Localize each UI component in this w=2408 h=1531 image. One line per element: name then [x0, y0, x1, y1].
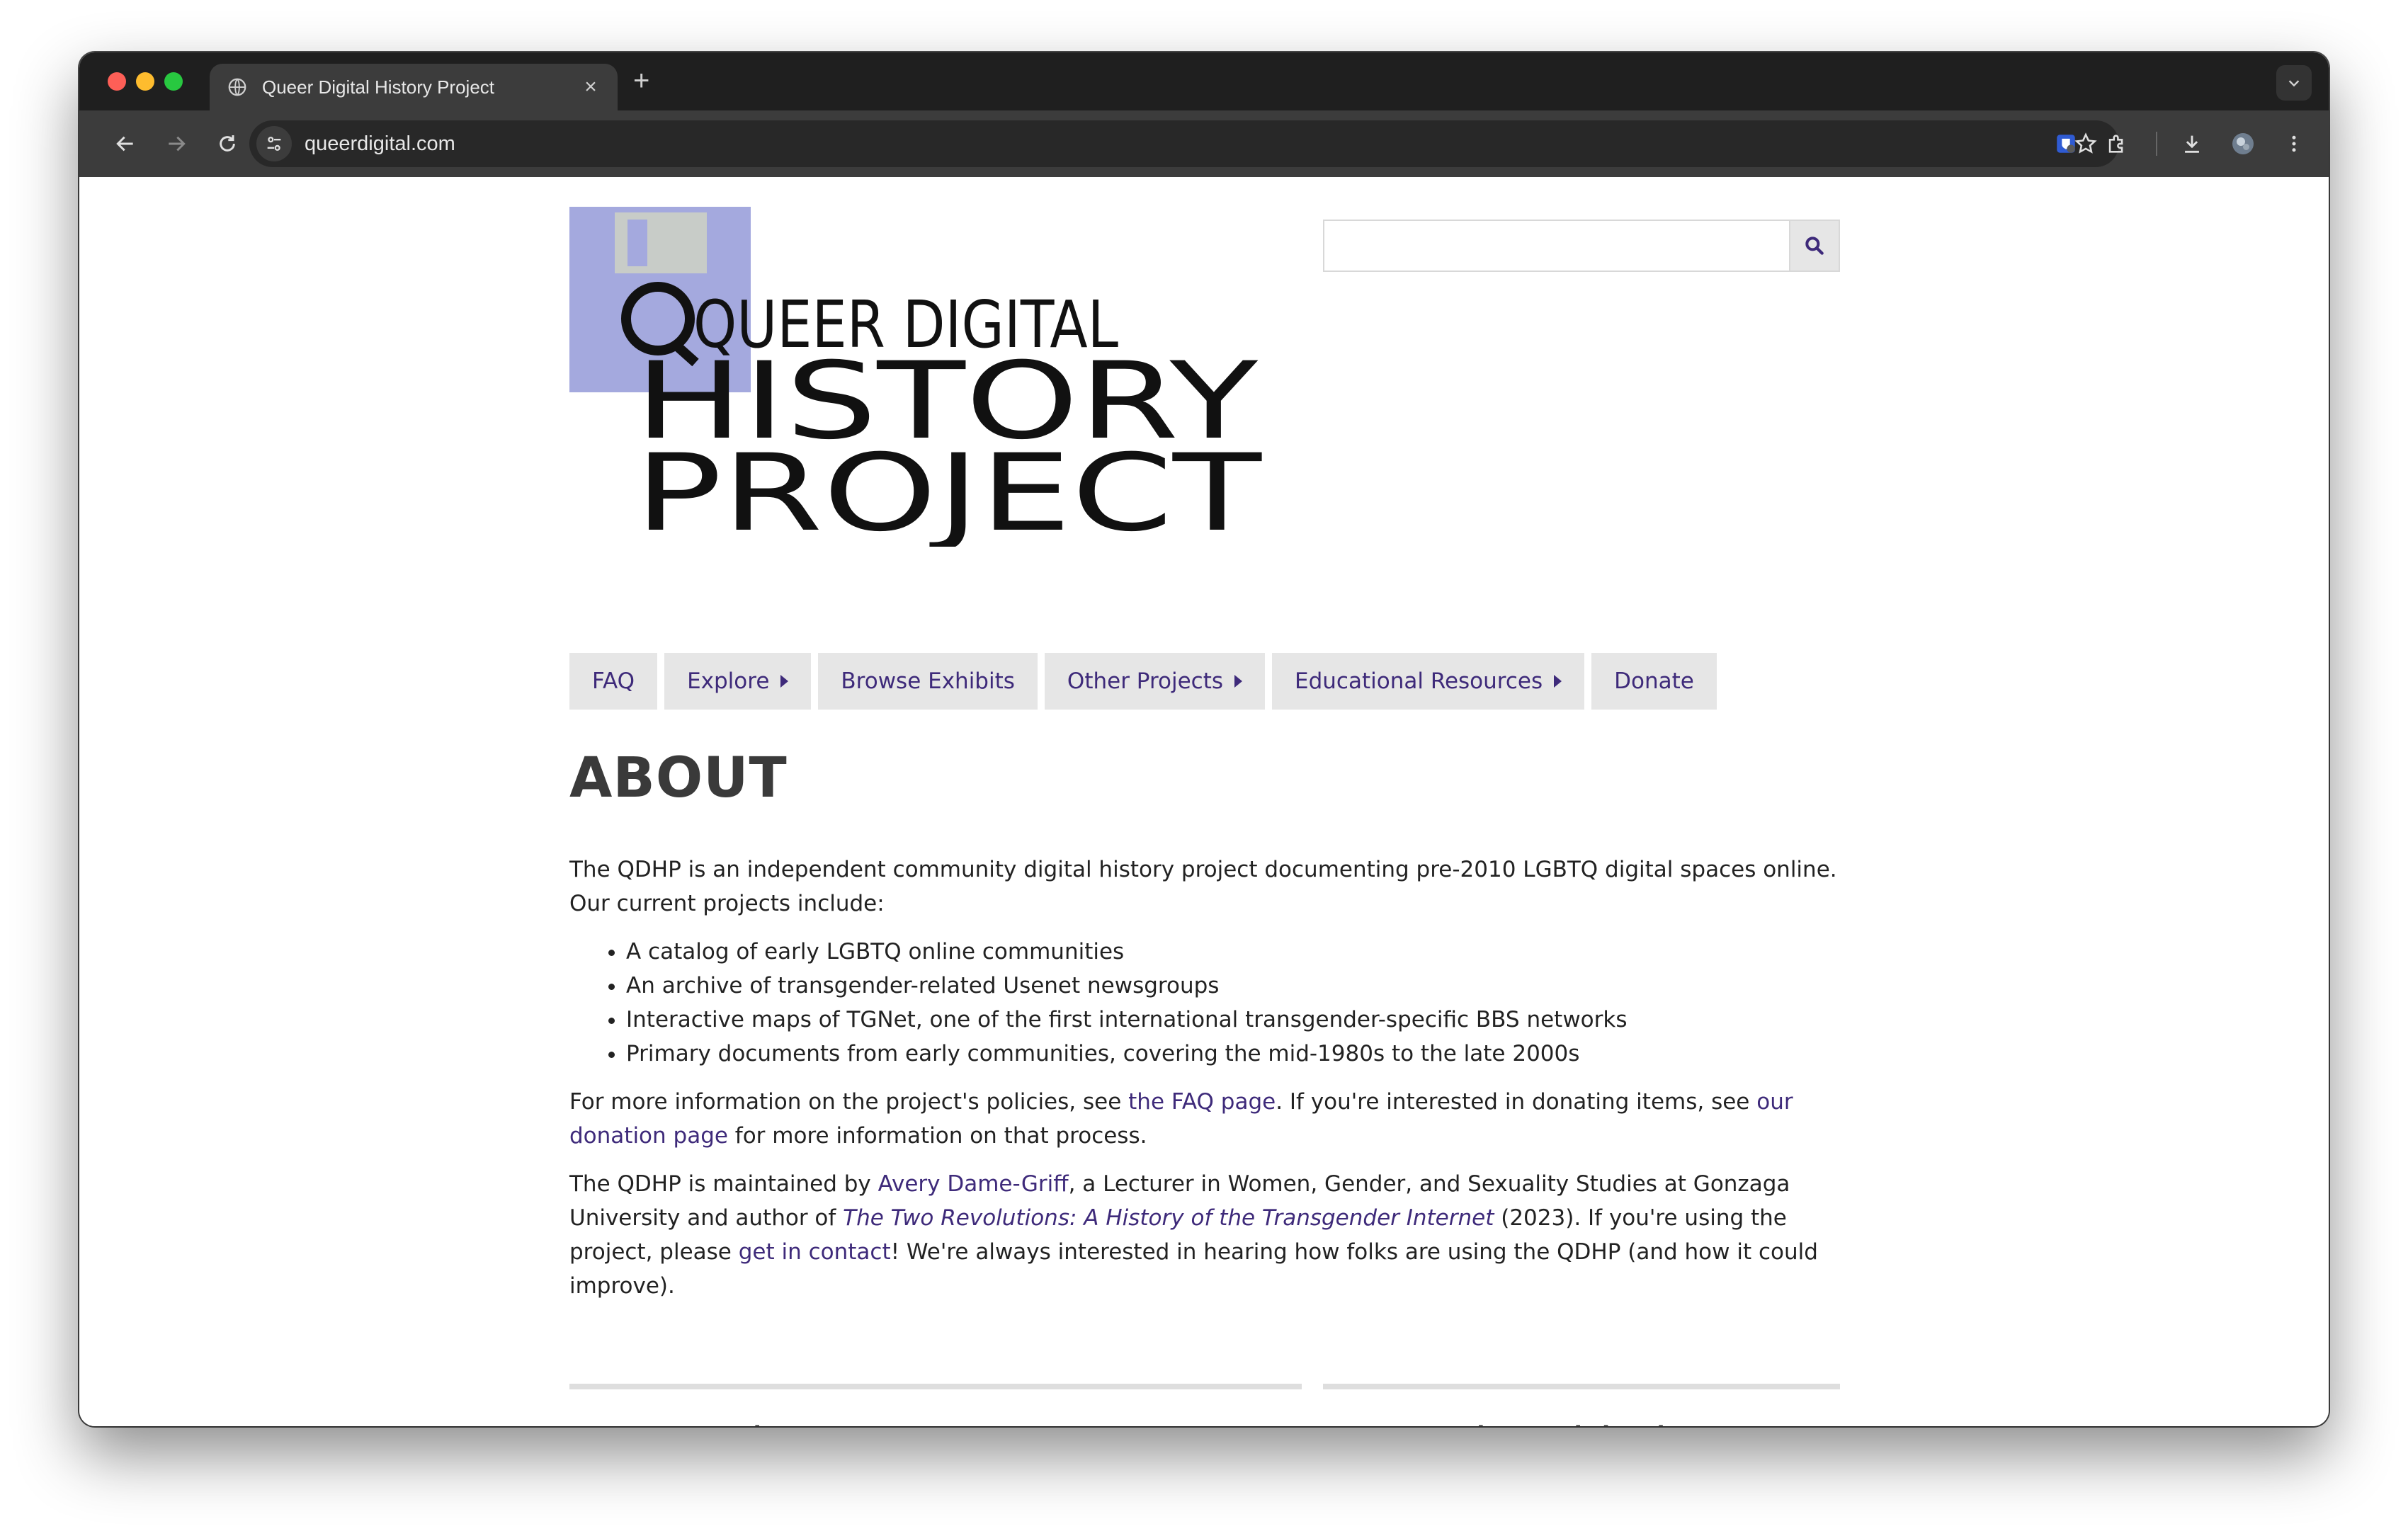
list-item: A catalog of early LGBTQ online communit…: [626, 935, 1844, 969]
list-item: Primary documents from early communities…: [626, 1037, 1844, 1071]
nav-browse-exhibits-label: Browse Exhibits: [841, 668, 1015, 694]
nav-educational-resources-label: Educational Resources: [1295, 668, 1543, 694]
nav-donate-label: Donate: [1614, 668, 1694, 694]
kebab-menu-icon: [2292, 135, 2296, 152]
maximize-window-button[interactable]: [164, 72, 183, 91]
puzzle-icon: [2108, 135, 2123, 153]
tune-icon: [267, 137, 281, 151]
site-logo[interactable]: QUEER DIGITAL HISTORY PROJECT: [569, 207, 1263, 555]
tab-strip: Queer Digital History Project × +: [79, 52, 2329, 110]
tab-search-button[interactable]: [2276, 65, 2312, 101]
chevron-down-icon: [2288, 80, 2300, 87]
home-columns: Featured Item Recently Added Items: [569, 1384, 1844, 1426]
caret-right-icon: [780, 675, 789, 688]
page-title: ABOUT: [569, 746, 788, 810]
tab-close-button[interactable]: ×: [581, 75, 601, 99]
downloads-button[interactable]: [2176, 127, 2208, 160]
floppy-disk-logo-icon: QUEER DIGITAL HISTORY PROJECT: [569, 207, 1263, 555]
site-search: [1323, 220, 1840, 272]
reload-icon: [220, 135, 235, 152]
main-nav: FAQ Explore Browse Exhibits Other Projec…: [569, 653, 1717, 710]
featured-item-section: Featured Item: [569, 1384, 1302, 1426]
policies-paragraph: For more information on the project's po…: [569, 1085, 1844, 1153]
about-section: ABOUT The QDHP is an independent communi…: [569, 729, 1844, 1303]
tab-title: Queer Digital History Project: [262, 76, 494, 98]
reload-button[interactable]: [211, 127, 244, 160]
arrow-left-icon: [116, 136, 133, 152]
address-bar[interactable]: queerdigital.com: [249, 120, 2119, 167]
list-item: Interactive maps of TGNet, one of the fi…: [626, 1003, 1844, 1037]
text-span: . If you're interested in donating items…: [1276, 1089, 1757, 1115]
text-span: The QDHP is maintained by: [569, 1171, 878, 1197]
text-span: For more information on the project's po…: [569, 1089, 1129, 1115]
caret-right-icon: [1554, 675, 1562, 688]
nav-faq-label: FAQ: [592, 668, 635, 694]
url-text[interactable]: queerdigital.com: [305, 132, 455, 156]
faq-page-link[interactable]: the FAQ page: [1128, 1089, 1276, 1115]
site-info-button[interactable]: [256, 126, 292, 161]
recently-added-heading: Recently Added Items: [1323, 1418, 1840, 1426]
toolbar-divider: [2156, 132, 2157, 156]
extension-bitwarden-button[interactable]: [2050, 127, 2082, 160]
nav-faq[interactable]: FAQ: [569, 653, 658, 710]
browser-toolbar: queerdigital.com: [79, 110, 2329, 177]
avatar-icon: [2232, 133, 2254, 154]
web-page: QUEER DIGITAL HISTORY PROJECT FAQ Explor…: [79, 177, 2329, 1426]
close-window-button[interactable]: [108, 72, 126, 91]
text-span: for more information on that process.: [727, 1123, 1147, 1149]
nav-browse-exhibits[interactable]: Browse Exhibits: [818, 653, 1038, 710]
download-icon: [2185, 135, 2199, 153]
intro-paragraph: The QDHP is an independent community dig…: [569, 857, 1837, 916]
nav-donate[interactable]: Donate: [1591, 653, 1717, 710]
contact-link[interactable]: get in contact: [739, 1239, 891, 1265]
list-item: An archive of transgender-related Usenet…: [626, 969, 1844, 1003]
maintainer-paragraph: The QDHP is maintained by Avery Dame-Gri…: [569, 1167, 1844, 1303]
featured-item-heading: Featured Item: [569, 1418, 1302, 1426]
recently-added-section: Recently Added Items: [1323, 1384, 1840, 1426]
nav-educational-resources[interactable]: Educational Resources: [1272, 653, 1585, 710]
minimize-window-button[interactable]: [136, 72, 154, 91]
nav-explore-label: Explore: [687, 668, 770, 694]
search-button[interactable]: [1789, 220, 1840, 272]
search-input[interactable]: [1323, 220, 1789, 272]
profile-button[interactable]: [2227, 127, 2259, 160]
nav-other-projects[interactable]: Other Projects: [1044, 653, 1266, 710]
globe-icon: [228, 78, 246, 96]
svg-text:PROJECT: PROJECT: [635, 432, 1263, 547]
nav-explore[interactable]: Explore: [664, 653, 812, 710]
new-tab-button[interactable]: +: [633, 67, 649, 95]
caret-right-icon: [1234, 675, 1243, 688]
browser-window: Queer Digital History Project × + queerd…: [79, 52, 2329, 1426]
browser-menu-button[interactable]: [2278, 127, 2310, 160]
book-link[interactable]: The Two Revolutions: A History of the Tr…: [843, 1205, 1494, 1231]
tab-active[interactable]: Queer Digital History Project ×: [210, 64, 618, 110]
extensions-button[interactable]: [2101, 127, 2133, 160]
nav-other-projects-label: Other Projects: [1067, 668, 1224, 694]
back-button[interactable]: [109, 127, 142, 160]
author-link[interactable]: Avery Dame-Griff: [878, 1171, 1069, 1197]
project-list: A catalog of early LGBTQ online communit…: [626, 935, 1844, 1071]
arrow-right-icon: [169, 136, 186, 152]
forward-button[interactable]: [160, 127, 193, 160]
search-icon: [1805, 237, 1824, 255]
shield-extension-icon: [2057, 135, 2075, 153]
